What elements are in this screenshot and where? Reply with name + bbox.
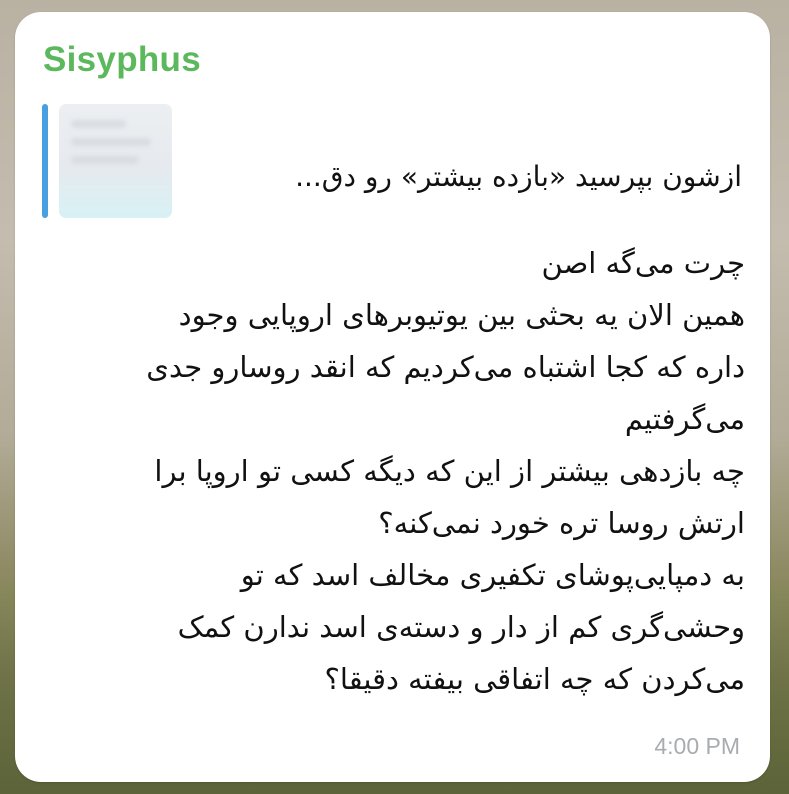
- reply-preview[interactable]: ازشون بپرسید «بازده بیشتر» رو دق...: [42, 104, 742, 218]
- message-text: چرت می‌گه اصن همین الان یه بحثی بین یوتی…: [45, 237, 745, 705]
- message-line: داره که کجا اشتباه می‌کردیم که انقد روسا…: [146, 350, 745, 384]
- message-line: همین الان یه بحثی بین یوتیوبرهای اروپایی…: [178, 298, 745, 332]
- message-bubble[interactable]: Sisyphus ازشون بپرسید «بازده بیشتر» رو د…: [15, 12, 770, 782]
- message-line: وحشی‌گری کم از دار و دسته‌ی اسد ندارن کم…: [177, 610, 745, 644]
- sender-name[interactable]: Sisyphus: [43, 40, 201, 80]
- message-line: چرت می‌گه اصن: [541, 246, 745, 280]
- reply-accent-bar: [42, 104, 48, 218]
- message-timestamp: 4:00 PM: [654, 733, 740, 759]
- message-line: ارتش روسا تره خورد نمی‌کنه؟: [378, 506, 745, 540]
- message-line: می‌گرفتیم: [624, 402, 745, 436]
- message-line: چه بازدهی بیشتر از این که دیگه کسی تو ار…: [154, 454, 745, 488]
- message-line: می‌کردن که چه اتفاقی بیفته دقیقا؟: [324, 662, 745, 696]
- reply-thumbnail: [59, 104, 172, 218]
- message-line: به دمپایی‌پوشای تکفیری مخالف اسد که تو: [240, 558, 745, 592]
- reply-preview-text: ازشون بپرسید «بازده بیشتر» رو دق...: [295, 160, 742, 193]
